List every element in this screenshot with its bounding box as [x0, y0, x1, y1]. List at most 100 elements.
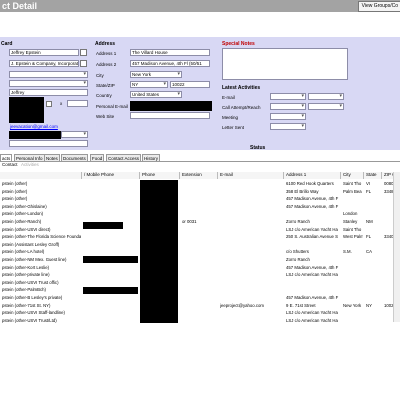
- table-cell: Stanley: [343, 219, 358, 224]
- table-cell: pstein (other-private line): [2, 272, 50, 278]
- activity-label-call: Call Attempt/Reach: [222, 105, 261, 110]
- table-cell: New York: [343, 302, 362, 308]
- subtab-contact[interactable]: Contact: [2, 162, 18, 167]
- redacted-mobile-1: [83, 222, 123, 229]
- table-cell: West Palm: [343, 234, 363, 240]
- table-cell: pstein (other-LA hotel): [2, 249, 45, 255]
- table-cell: S.M.: [343, 249, 352, 255]
- table-cell: pstein (other-London): [2, 211, 44, 217]
- first-name-field[interactable]: Jeffrey: [9, 89, 88, 96]
- table-cell: pstein (other): [2, 196, 28, 202]
- table-cell: LSJ c/o American Yacht Ha: [286, 272, 338, 278]
- card-dropdown-3[interactable]: [61, 131, 88, 138]
- country-select[interactable]: United States: [130, 91, 182, 98]
- table-cell: pstein (other-Ghislaine): [2, 203, 47, 209]
- table-cell: pstein (other-Kort Leslie): [2, 264, 50, 270]
- table-cell: Zorro Ranch: [286, 257, 310, 262]
- table-cell: LSJ c/o American Yacht Ha: [286, 226, 338, 232]
- zip-field[interactable]: 10022: [170, 81, 210, 88]
- table-cell: NY: [366, 302, 372, 308]
- address2-field[interactable]: 457 Madison Avenue, 4th Fl (50/51: [130, 60, 210, 67]
- website-field[interactable]: [130, 112, 210, 119]
- table-cell: pstein (other-PalmBch): [2, 287, 46, 293]
- table-cell: London: [343, 211, 358, 217]
- activity-call-select[interactable]: [270, 103, 306, 110]
- activity-letter-select[interactable]: [270, 123, 306, 130]
- country-label: Country: [96, 93, 112, 98]
- table-cell: pstein (other-USVI direct): [2, 226, 51, 232]
- table-cell: FL: [366, 188, 372, 194]
- city-label: City: [96, 73, 104, 78]
- activity-meeting-select[interactable]: [270, 113, 306, 120]
- col-header-phone[interactable]: Phone: [140, 172, 180, 179]
- state-zip-label: State/ZIP: [96, 83, 115, 88]
- table-cell: 457 Madison Avenue, 4th F: [286, 295, 339, 300]
- redacted-phone: [9, 97, 44, 111]
- activity-email-select-2[interactable]: [308, 93, 344, 100]
- address1-field[interactable]: The Villard House: [130, 49, 210, 56]
- table-cell: pstein (other): [2, 188, 28, 194]
- col-header-city[interactable]: City: [341, 172, 364, 179]
- table-cell: 250 S. Australian Avenue S: [286, 234, 338, 240]
- personal-email-label: Personal E-mail: [96, 104, 128, 109]
- table-cell: 457 Madison Avenue, 4th F: [286, 203, 339, 209]
- table-row[interactable]: pstein (other-USVI Trust/Ltd) LSJ c/o Ame…: [0, 317, 400, 325]
- col-header-mobile[interactable]: / Mobile Phone: [82, 172, 140, 179]
- card-dropdown-2[interactable]: [9, 80, 88, 87]
- activity-call-select-2[interactable]: [308, 103, 344, 110]
- name-field[interactable]: Jeffrey Epstein: [9, 49, 79, 56]
- extension-field[interactable]: [67, 100, 88, 107]
- company-field[interactable]: J. Epstein & Company, Incorporat: [9, 60, 79, 67]
- col-header-address1[interactable]: Address 1: [284, 172, 341, 179]
- table-cell: LSJ c/o American Yacht Ha: [286, 317, 338, 323]
- col-header-email[interactable]: E-mail: [218, 172, 284, 179]
- redacted-mobile-3: [83, 287, 138, 294]
- special-notes-textarea[interactable]: [222, 48, 348, 80]
- col-header-name[interactable]: [0, 172, 82, 179]
- card-field-extra[interactable]: [9, 140, 88, 147]
- subtab-activities[interactable]: Activities: [21, 162, 39, 167]
- table-cell: pstein (other-B Lesley's private): [2, 295, 63, 300]
- table-cell: pstein (other-71st St. NY): [2, 302, 51, 308]
- redacted-field: [9, 131, 61, 139]
- table-cell: pstein (other-USVI Staff-landline): [2, 310, 65, 316]
- table-cell: pstein (Assistant Lesley Groff): [2, 241, 60, 247]
- status-heading: Status: [250, 145, 266, 151]
- activity-label-meeting: Meeting: [222, 115, 239, 120]
- address-heading: Address: [95, 41, 116, 47]
- phone-x-label: x: [60, 101, 63, 106]
- table-cell: pstein (other-The Florida Science Founda…: [2, 234, 81, 240]
- redacted-mobile: [9, 111, 44, 123]
- table-cell: 6100 Red Hook Quarters: [286, 181, 334, 186]
- website-label: Web Site: [96, 114, 115, 119]
- col-header-state[interactable]: State: [364, 172, 382, 179]
- table-cell: FL: [366, 234, 372, 240]
- tab-divider: [0, 161, 400, 162]
- phone-button[interactable]: [46, 101, 52, 107]
- table-cell: c/o Shutters: [286, 249, 309, 255]
- special-notes-heading: Special Notes: [222, 41, 255, 47]
- view-groups-button[interactable]: View Groups/Co: [357, 1, 400, 12]
- grid-scrollbar[interactable]: [393, 172, 400, 322]
- company-expand-button[interactable]: [80, 60, 87, 67]
- table-cell: NM: [366, 219, 373, 224]
- table-cell: VI: [366, 181, 371, 186]
- activity-label-email: E-mail: [222, 95, 235, 100]
- city-select[interactable]: New York: [130, 71, 182, 78]
- activity-email-select[interactable]: [270, 93, 306, 100]
- table-cell: LSJ c/o American Yacht Ha: [286, 310, 338, 316]
- state-select[interactable]: NY: [130, 81, 168, 88]
- col-header-extension[interactable]: Extension: [180, 172, 218, 179]
- table-cell: pstein (other-USVI Trust/Ltd): [2, 317, 57, 323]
- table-cell: CA: [366, 249, 372, 255]
- table-cell: pstein (other-USVI Trust offic): [2, 279, 59, 285]
- table-cell: pstein (other): [2, 181, 28, 186]
- table-cell: Palm Bea: [343, 188, 362, 194]
- card-dropdown-1[interactable]: [9, 71, 88, 78]
- table-cell: or 0031: [182, 219, 197, 224]
- activity-label-letter: Letter Sent: [222, 125, 245, 130]
- name-expand-button[interactable]: [80, 49, 87, 56]
- table-cell: Saint Tho: [343, 181, 362, 186]
- email-link[interactable]: jeevacation@gmail.com: [10, 124, 58, 129]
- redacted-personal-email: [130, 101, 212, 111]
